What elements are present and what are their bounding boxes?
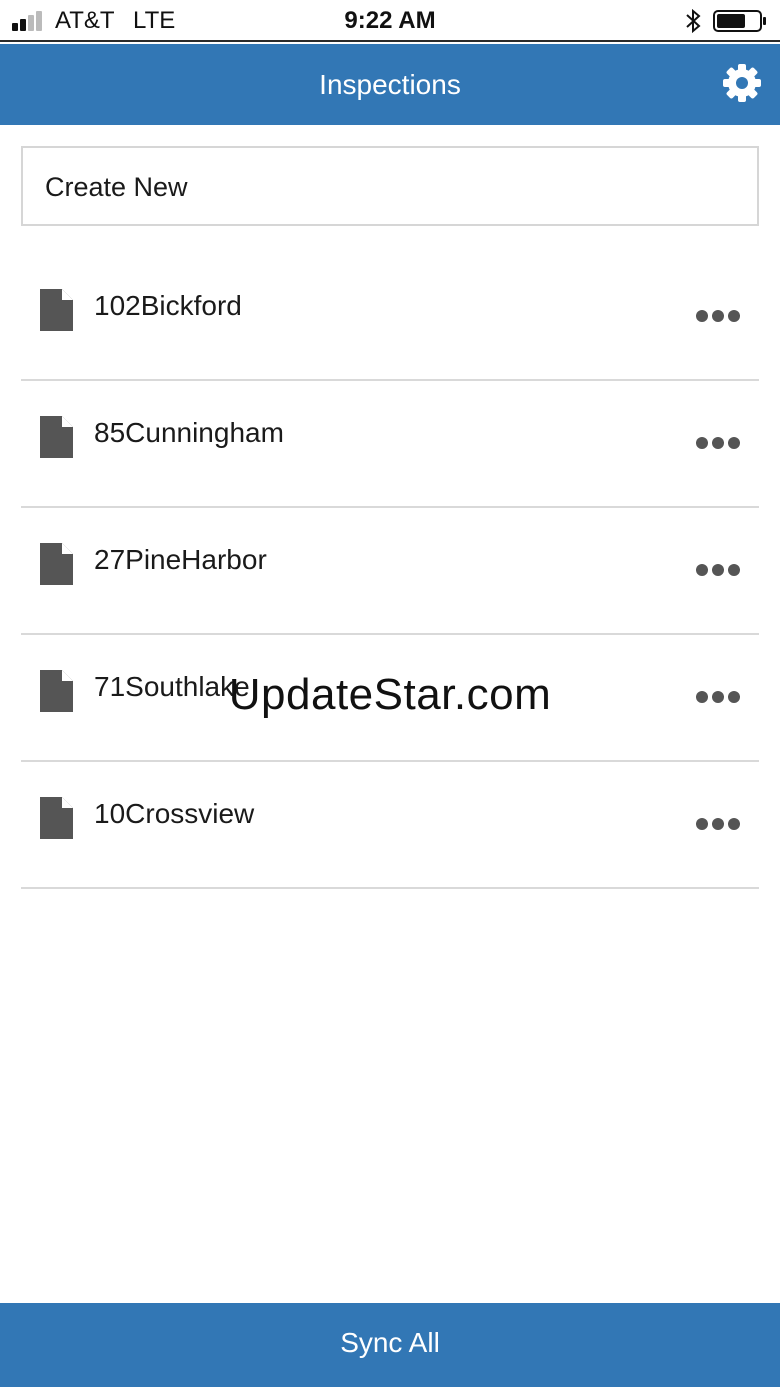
nav-bar: Inspections (0, 44, 780, 125)
list-item[interactable]: 85Cunningham (21, 381, 759, 508)
inspection-name: 102Bickford (94, 290, 242, 321)
more-options-icon[interactable] (695, 814, 741, 834)
sync-all-label: Sync All (340, 1327, 440, 1358)
list-item[interactable]: 10Crossview (21, 762, 759, 889)
inspection-name: 10Crossview (94, 798, 255, 829)
battery-icon (713, 10, 766, 32)
inspection-list: 102Bickford 85Cunningham 27PineHarbor 71… (21, 254, 759, 889)
page-title: Inspections (319, 69, 461, 100)
gear-icon[interactable] (722, 63, 762, 103)
create-new-label: Create New (45, 172, 188, 202)
more-options-icon[interactable] (695, 560, 741, 580)
create-new-button[interactable]: Create New (21, 146, 759, 226)
document-icon (40, 416, 73, 458)
inspection-name: 27PineHarbor (94, 544, 267, 575)
status-bar: AT&T LTE 9:22 AM (0, 0, 780, 42)
more-options-icon[interactable] (695, 306, 741, 326)
list-item[interactable]: 27PineHarbor (21, 508, 759, 635)
more-options-icon[interactable] (695, 433, 741, 453)
sync-all-button[interactable]: Sync All (0, 1303, 780, 1387)
document-icon (40, 289, 73, 331)
watermark: UpdateStar.com (228, 670, 552, 719)
list-item[interactable]: 102Bickford (21, 254, 759, 381)
bluetooth-icon (686, 9, 701, 33)
inspection-name: 85Cunningham (94, 417, 284, 448)
document-icon (40, 543, 73, 585)
document-icon (40, 797, 73, 839)
clock-time: 9:22 AM (344, 7, 436, 34)
